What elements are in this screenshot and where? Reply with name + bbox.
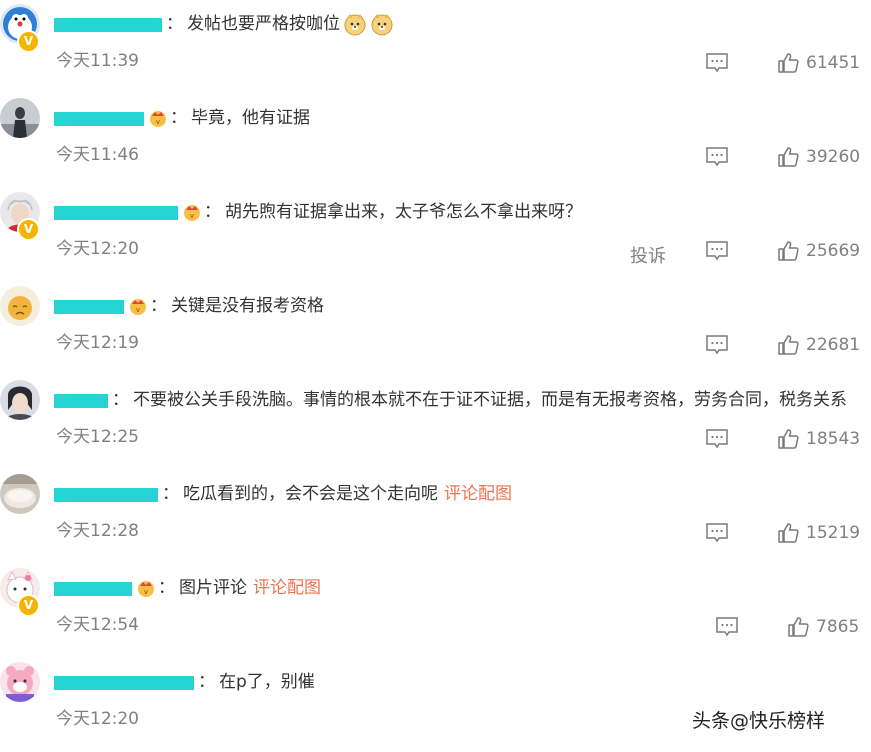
colon: ： <box>162 484 179 504</box>
colon: ： <box>166 14 183 34</box>
like-count: 7865 <box>816 617 860 637</box>
comment-image-link[interactable]: 评论配图 <box>253 576 321 600</box>
crown-badge-icon: v <box>182 202 202 222</box>
redaction-mark <box>54 394 108 408</box>
colon: ： <box>198 672 215 692</box>
comment-item: V ： 发帖也要严格按咖位 今天11:39 61451 <box>0 0 871 94</box>
comment-text: 不要被公关手段洗脑。事情的根本就不在于证不证据，而是有无报考资格，劳务合同，税务… <box>133 390 847 410</box>
reply-icon[interactable] <box>705 52 729 74</box>
crown-badge-icon: v <box>128 296 148 316</box>
watermark: 头条@快乐榜样 <box>692 710 826 732</box>
report-button[interactable]: 投诉 <box>630 242 666 268</box>
comment-line: v ： 关键是没有报考资格 <box>54 294 324 318</box>
avatar[interactable] <box>0 474 40 514</box>
like-count: 39260 <box>806 147 861 167</box>
comment-line: ： 不要被公关手段洗脑。事情的根本就不在于证不证据，而是有无报考资格，劳务合同，… <box>54 388 847 412</box>
reply-icon[interactable] <box>705 146 729 168</box>
comment-time: 今天12:28 <box>56 521 139 541</box>
verified-badge-icon: V <box>17 218 40 241</box>
avatar[interactable] <box>0 286 40 326</box>
like-icon[interactable] <box>777 428 799 450</box>
like-count: 61451 <box>806 53 861 73</box>
doge-emoji-icon <box>343 12 367 36</box>
redaction-mark <box>54 18 162 32</box>
avatar[interactable] <box>0 98 40 138</box>
comment-time: 今天11:46 <box>56 145 139 165</box>
reply-icon[interactable] <box>705 240 729 262</box>
like-icon[interactable] <box>777 52 799 74</box>
svg-text:v: v <box>136 306 140 314</box>
comment-line: ： 发帖也要严格按咖位 <box>54 12 394 36</box>
like-count: 18543 <box>806 429 861 449</box>
comment-text: 在p了，别催 <box>219 672 315 692</box>
comment-time: 今天11:39 <box>56 51 139 71</box>
comment-text: 胡先煦有证据拿出来，太子爷怎么不拿出来呀？ <box>225 202 582 222</box>
reply-icon[interactable] <box>705 522 729 544</box>
like-count: 22681 <box>806 335 861 355</box>
comment-text: 吃瓜看到的，会不会是这个走向呢 <box>183 484 438 504</box>
redaction-mark <box>54 582 132 596</box>
comment-line: v ： 毕竟，他有证据 <box>54 106 310 130</box>
comment-image-link[interactable]: 评论配图 <box>444 482 512 506</box>
colon: ： <box>112 390 129 410</box>
reply-icon[interactable] <box>705 428 729 450</box>
crown-badge-icon: v <box>136 578 156 598</box>
comment-time: 今天12:20 <box>56 709 139 729</box>
comment-text: 毕竟，他有证据 <box>191 108 310 128</box>
comment-item: V v ： 胡先煦有证据拿出来，太子爷怎么不拿出来呀？ 今天12:20 投诉 2… <box>0 188 871 282</box>
like-icon[interactable] <box>787 616 809 638</box>
verified-badge-icon: V <box>17 594 40 617</box>
comment-item: v ： 毕竟，他有证据 今天11:46 39260 <box>0 94 871 188</box>
redaction-mark <box>54 112 144 126</box>
redaction-mark <box>54 488 158 502</box>
comment-time: 今天12:20 <box>56 239 139 259</box>
redaction-mark <box>54 300 124 314</box>
avatar[interactable] <box>0 662 40 702</box>
svg-text:v: v <box>156 118 160 126</box>
comment-time: 今天12:25 <box>56 427 139 447</box>
colon: ： <box>158 578 175 598</box>
redaction-mark <box>54 206 178 220</box>
reply-icon[interactable] <box>705 334 729 356</box>
svg-text:v: v <box>144 588 148 596</box>
doge-emoji-icon <box>370 12 394 36</box>
like-icon[interactable] <box>777 334 799 356</box>
comment-time: 今天12:54 <box>56 615 139 635</box>
svg-text:v: v <box>190 212 194 220</box>
comment-item: v ： 关键是没有报考资格 今天12:19 22681 <box>0 282 871 376</box>
comment-text: 发帖也要严格按咖位 <box>187 14 340 34</box>
avatar[interactable] <box>0 380 40 420</box>
comment-line: v ： 胡先煦有证据拿出来，太子爷怎么不拿出来呀？ <box>54 200 582 224</box>
like-icon[interactable] <box>777 146 799 168</box>
colon: ： <box>170 108 187 128</box>
comment-text: 图片评论 <box>179 578 247 598</box>
comment-line: v ： 图片评论 评论配图 <box>54 576 321 600</box>
comment-line: ： 在p了，别催 <box>54 670 315 694</box>
colon: ： <box>204 202 221 222</box>
colon: ： <box>150 296 167 316</box>
like-icon[interactable] <box>777 240 799 262</box>
comment-text: 关键是没有报考资格 <box>171 296 324 316</box>
like-count: 25669 <box>806 241 861 261</box>
comment-line: ： 吃瓜看到的，会不会是这个走向呢 评论配图 <box>54 482 512 506</box>
crown-badge-icon: v <box>148 108 168 128</box>
comment-item: ： 在p了，别催 今天12:20 <box>0 658 871 752</box>
comment-item: ： 吃瓜看到的，会不会是这个走向呢 评论配图 今天12:28 15219 <box>0 470 871 564</box>
reply-icon[interactable] <box>715 616 739 638</box>
like-count: 15219 <box>806 523 861 543</box>
redaction-mark <box>54 676 194 690</box>
comment-item: ： 不要被公关手段洗脑。事情的根本就不在于证不证据，而是有无报考资格，劳务合同，… <box>0 376 871 470</box>
like-icon[interactable] <box>777 522 799 544</box>
comment-time: 今天12:19 <box>56 333 139 353</box>
verified-badge-icon: V <box>17 30 40 53</box>
comment-item: V v ： 图片评论 评论配图 今天12:54 7865 <box>0 564 871 658</box>
